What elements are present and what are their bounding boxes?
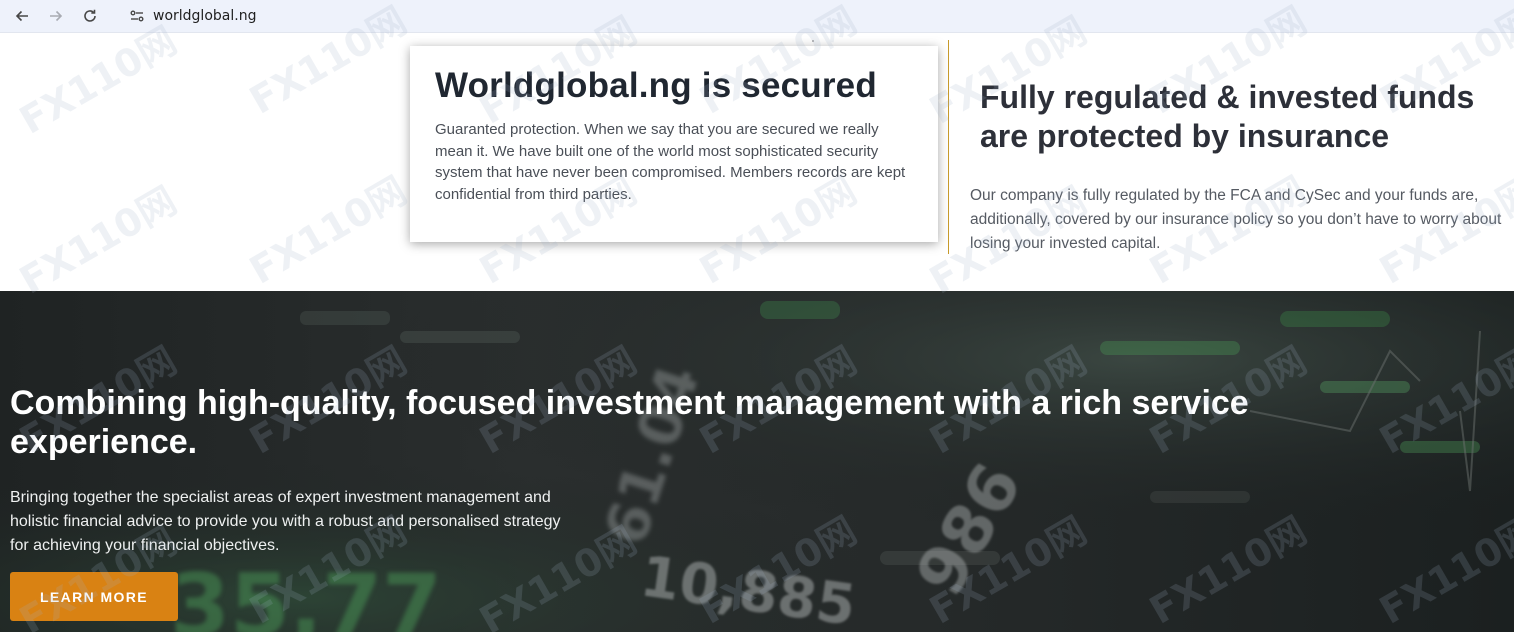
divider-dot [812,40,814,42]
learn-more-button[interactable]: LEARN MORE [10,572,178,621]
secured-card: Worldglobal.ng is secured Guaranted prot… [410,46,938,242]
regulated-title: Fully regulated & invested funds are pro… [980,79,1475,154]
hero-title: Combining high-quality, focused investme… [10,384,1249,461]
address-bar[interactable]: worldglobal.ng [127,0,256,33]
secured-text: Guaranted protection. When we say that y… [435,121,906,203]
hero-text: Bringing together the specialist areas o… [10,489,561,554]
back-button[interactable] [5,0,39,33]
site-info-icon[interactable] [127,6,147,26]
hero-section: 35,77 10,885 986 61.04 Combining high-qu… [0,291,1514,632]
section-divider [948,40,949,254]
browser-toolbar: worldglobal.ng [0,0,1514,33]
regulated-text: Our company is fully regulated by the FC… [970,187,1502,252]
arrow-left-icon [15,10,28,22]
bg-number-1: 35,77 [170,556,443,632]
arrow-right-icon [50,10,63,22]
forward-button[interactable] [39,0,73,33]
reload-icon [84,9,96,22]
secured-title: Worldglobal.ng is secured [435,66,877,105]
reload-button[interactable] [73,0,107,33]
url-text[interactable]: worldglobal.ng [153,8,256,24]
